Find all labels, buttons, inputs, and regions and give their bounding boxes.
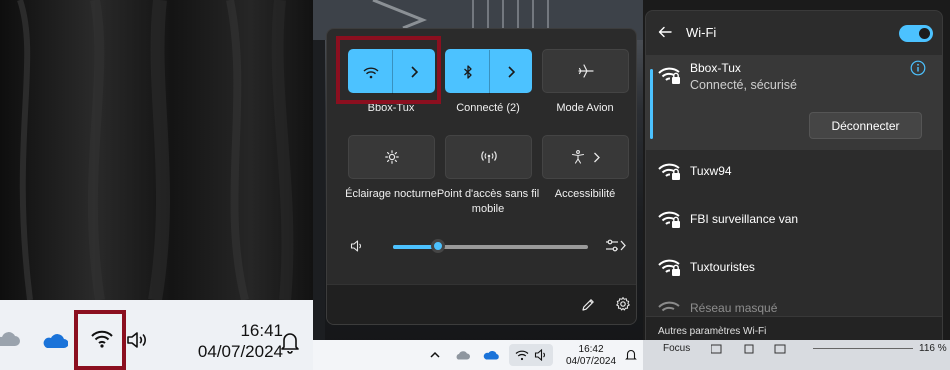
network-name: Tuxw94 bbox=[690, 164, 732, 178]
clock-time: 16:41 bbox=[240, 321, 283, 340]
wifi-highlight-box bbox=[74, 310, 126, 370]
accessibility-icon bbox=[571, 150, 585, 164]
bell-icon[interactable] bbox=[279, 330, 301, 354]
secured-wifi-icon bbox=[658, 209, 682, 229]
wifi-networks-flyout: Wi-Fi Bbox-Tux Connecté, sécurisé Déconn… bbox=[645, 10, 943, 347]
chevron-right-icon bbox=[507, 66, 515, 78]
cloud-icon[interactable] bbox=[454, 350, 470, 360]
wifi-title: Wi-Fi bbox=[686, 25, 717, 40]
network-name: Réseau masqué bbox=[690, 301, 778, 315]
wifi-toggle[interactable] bbox=[899, 25, 933, 42]
wifi-networks-panel-area: Wi-Fi Bbox-Tux Connecté, sécurisé Déconn… bbox=[643, 0, 950, 370]
accessibility-tile[interactable] bbox=[542, 135, 629, 179]
active-network-item[interactable]: Bbox-Tux Connecté, sécurisé Déconnecter bbox=[646, 55, 942, 150]
network-name: Tuxtouristes bbox=[690, 260, 755, 274]
accessibility-label: Accessibilité bbox=[554, 188, 616, 200]
back-arrow-icon[interactable] bbox=[658, 26, 672, 38]
secured-wifi-icon bbox=[658, 65, 682, 85]
mobile-hotspot-label: Point d'accès sans fil mobile bbox=[436, 188, 540, 215]
volume-icon[interactable] bbox=[125, 330, 151, 350]
zoom-level[interactable]: 116 % bbox=[919, 343, 947, 354]
onedrive-icon[interactable] bbox=[42, 333, 68, 349]
volume-icon bbox=[534, 349, 548, 361]
quick-settings-panel: Bbox-Tux Connecté (2) Mode Avion Éclaira… bbox=[313, 0, 643, 370]
bell-icon[interactable] bbox=[625, 348, 637, 362]
mobile-hotspot-tile[interactable] bbox=[445, 135, 532, 179]
zoom-slider[interactable] bbox=[813, 348, 913, 349]
night-light-label: Éclairage nocturne bbox=[345, 188, 437, 200]
volume-slider-thumb[interactable] bbox=[430, 239, 445, 253]
bluetooth-icon bbox=[463, 65, 473, 79]
chevron-up-icon[interactable] bbox=[430, 351, 440, 358]
selection-indicator bbox=[650, 69, 653, 139]
bluetooth-tile-label: Connecté (2) bbox=[456, 102, 520, 114]
wifi-tile-highlight-box bbox=[336, 36, 441, 104]
toggle-knob bbox=[919, 28, 930, 39]
airplane-icon bbox=[577, 64, 594, 78]
network-volume-tray[interactable] bbox=[509, 344, 553, 366]
network-item[interactable]: Tuxw94 bbox=[646, 150, 942, 196]
audio-output-icon[interactable] bbox=[605, 238, 627, 254]
wallpaper bbox=[0, 0, 313, 300]
settings-gear-icon[interactable] bbox=[615, 296, 631, 312]
disconnect-button[interactable]: Déconnecter bbox=[809, 112, 922, 139]
focus-label[interactable]: Focus bbox=[663, 343, 690, 354]
background-app-statusbar: Focus 116 % bbox=[643, 340, 950, 370]
cloud-icon[interactable] bbox=[0, 331, 20, 347]
taskbar-clock[interactable]: 16:42 04/07/2024 bbox=[566, 344, 616, 368]
hotspot-icon bbox=[480, 150, 497, 164]
taskbar-clock[interactable]: 16:41 04/07/2024 bbox=[198, 320, 283, 362]
active-network-name: Bbox-Tux bbox=[690, 61, 741, 75]
quick-settings-footer bbox=[327, 284, 636, 324]
active-network-status: Connecté, sécurisé bbox=[690, 78, 798, 92]
bluetooth-toggle[interactable] bbox=[446, 50, 489, 94]
chevron-right-icon bbox=[593, 152, 600, 163]
onedrive-icon[interactable] bbox=[483, 350, 499, 360]
network-name: FBI surveillance van bbox=[690, 212, 799, 226]
clock-date: 04/07/2024 bbox=[197, 342, 283, 361]
volume-slider[interactable] bbox=[393, 239, 588, 253]
clock-time: 16:42 bbox=[578, 344, 604, 355]
clock-date: 04/07/2024 bbox=[566, 356, 617, 367]
more-wifi-settings-link[interactable]: Autres paramètres Wi-Fi bbox=[658, 326, 766, 337]
bluetooth-devices-button[interactable] bbox=[489, 50, 532, 94]
taskbar: 16:41 04/07/2024 bbox=[0, 300, 313, 370]
volume-icon[interactable] bbox=[350, 240, 364, 252]
network-item[interactable]: Tuxtouristes bbox=[646, 246, 942, 292]
info-icon[interactable] bbox=[910, 60, 926, 76]
network-item[interactable]: FBI surveillance van bbox=[646, 198, 942, 244]
airplane-mode-tile[interactable] bbox=[542, 49, 629, 93]
bluetooth-tile[interactable] bbox=[445, 49, 532, 94]
secured-wifi-icon bbox=[658, 161, 682, 181]
edit-pencil-icon[interactable] bbox=[580, 297, 596, 313]
wifi-icon bbox=[515, 349, 529, 361]
wifi-header: Wi-Fi bbox=[646, 11, 942, 55]
brightness-icon bbox=[384, 150, 399, 164]
airplane-mode-label: Mode Avion bbox=[556, 102, 614, 114]
desktop-taskbar-panel: 16:41 04/07/2024 bbox=[0, 0, 313, 370]
night-light-tile[interactable] bbox=[348, 135, 435, 179]
taskbar: 16:42 04/07/2024 bbox=[313, 340, 643, 370]
secured-wifi-icon bbox=[658, 257, 682, 277]
view-icons[interactable] bbox=[711, 344, 791, 354]
